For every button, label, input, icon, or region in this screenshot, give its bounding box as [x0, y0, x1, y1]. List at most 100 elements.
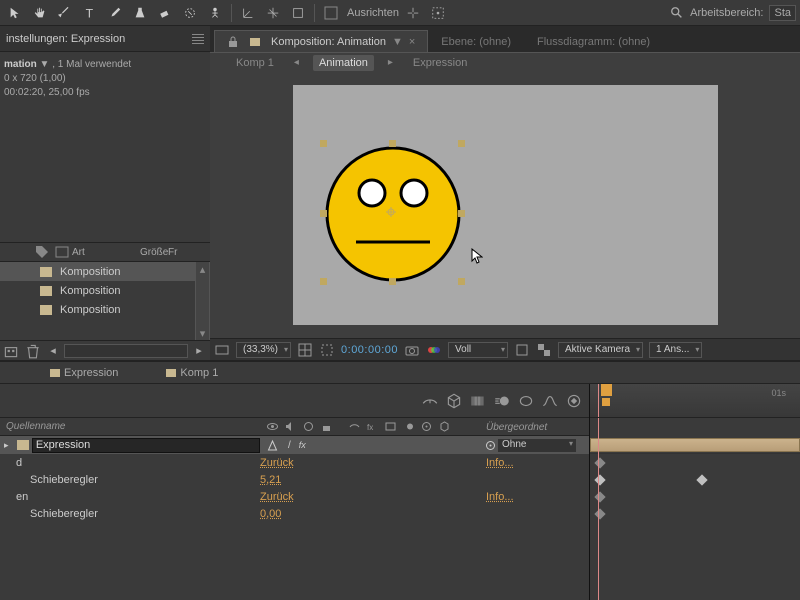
- breadcrumb-item[interactable]: Animation: [313, 55, 374, 71]
- keyframe-icon[interactable]: [594, 491, 605, 502]
- next-frame-icon[interactable]: ▸: [190, 343, 208, 359]
- snap-edge-icon[interactable]: [402, 3, 424, 23]
- selection-handle[interactable]: [320, 210, 327, 217]
- selection-handle[interactable]: [320, 278, 327, 285]
- brush-tool-icon[interactable]: [104, 3, 126, 23]
- timeline-property-row[interactable]: d Zurück Info...: [0, 454, 589, 471]
- col-fr[interactable]: Fr: [168, 247, 210, 258]
- text-tool-icon[interactable]: T: [79, 3, 101, 23]
- snap-checkbox-icon[interactable]: [320, 3, 342, 23]
- property-value-link[interactable]: 5,21: [260, 474, 281, 486]
- roto-tool-icon[interactable]: [179, 3, 201, 23]
- audio-header-icon[interactable]: [284, 420, 297, 433]
- anchor-point-icon[interactable]: [386, 207, 396, 217]
- world-axis-icon[interactable]: [262, 3, 284, 23]
- grid-icon[interactable]: [297, 342, 313, 358]
- zoom-dropdown[interactable]: (33,3%): [236, 342, 291, 358]
- 3d-icon[interactable]: [445, 393, 463, 409]
- tab-flowchart[interactable]: Flussdiagramm: (ohne): [524, 30, 663, 52]
- property-value-link[interactable]: 0,00: [260, 508, 281, 520]
- fx-header-icon[interactable]: fx: [366, 420, 379, 433]
- keyframe-icon[interactable]: [594, 474, 605, 485]
- scroll-up-icon[interactable]: ▴: [196, 262, 209, 276]
- views-dropdown[interactable]: 1 Ans...: [649, 342, 702, 358]
- breadcrumb-item[interactable]: Expression: [407, 55, 473, 71]
- project-item[interactable]: Komposition: [0, 281, 209, 300]
- breadcrumb-item[interactable]: Komp 1: [230, 55, 280, 71]
- property-info-link[interactable]: Info...: [486, 491, 514, 503]
- always-preview-icon[interactable]: [214, 342, 230, 358]
- type-icon[interactable]: [54, 244, 70, 260]
- scrollbar[interactable]: ▴ ▾: [195, 262, 209, 340]
- keyframe-track[interactable]: [590, 454, 800, 471]
- timeline-track-area[interactable]: 01s: [590, 384, 800, 600]
- trash-icon[interactable]: [24, 343, 42, 359]
- close-tab-icon[interactable]: ×: [409, 36, 415, 48]
- project-list[interactable]: Komposition Komposition Komposition ▴ ▾: [0, 262, 210, 340]
- comp-canvas[interactable]: [293, 85, 718, 325]
- view-axis-icon[interactable]: [287, 3, 309, 23]
- keyframe-icon[interactable]: [594, 457, 605, 468]
- current-time-indicator[interactable]: [598, 384, 599, 417]
- timeline-property-row[interactable]: en Zurück Info...: [0, 488, 589, 505]
- col-name[interactable]: Art: [72, 247, 140, 258]
- 3d-header-icon[interactable]: [438, 420, 451, 433]
- roi-icon[interactable]: [514, 342, 530, 358]
- selection-handle[interactable]: [458, 140, 465, 147]
- channel-icon[interactable]: [426, 342, 442, 358]
- snap-point-icon[interactable]: [427, 3, 449, 23]
- shy-icon[interactable]: [421, 393, 439, 409]
- search-icon[interactable]: [670, 6, 684, 20]
- graph-editor-icon[interactable]: [541, 393, 559, 409]
- dropdown-icon[interactable]: ▼: [392, 36, 403, 48]
- collapse-icon[interactable]: [266, 439, 279, 452]
- source-name-header[interactable]: Quellenname: [6, 421, 65, 432]
- puppet-tool-icon[interactable]: [204, 3, 226, 23]
- hand-tool-icon[interactable]: [29, 3, 51, 23]
- lock-header-icon[interactable]: [320, 420, 333, 433]
- frame-blend-icon[interactable]: [469, 393, 487, 409]
- mask-icon[interactable]: [319, 342, 335, 358]
- chevron-left-icon[interactable]: ◂: [294, 57, 299, 68]
- property-info-link[interactable]: Info...: [486, 457, 514, 469]
- auto-keyframe-icon[interactable]: [565, 393, 583, 409]
- motionblur-header-icon[interactable]: [402, 420, 415, 433]
- bin-icon[interactable]: [2, 343, 20, 359]
- selection-handle[interactable]: [458, 278, 465, 285]
- keyframe-track[interactable]: [590, 488, 800, 505]
- motion-blur-icon[interactable]: [493, 393, 511, 409]
- eye-header-icon[interactable]: [266, 420, 279, 433]
- selection-handle[interactable]: [389, 278, 396, 285]
- pen-tool-icon[interactable]: [54, 3, 76, 23]
- project-item[interactable]: Komposition: [0, 262, 209, 281]
- prev-frame-icon[interactable]: ◂: [44, 343, 62, 359]
- twirl-icon[interactable]: ▸: [4, 440, 14, 451]
- search-field[interactable]: [64, 344, 188, 358]
- selection-handle[interactable]: [389, 140, 396, 147]
- keyframe-track[interactable]: [590, 505, 800, 522]
- col-size[interactable]: Größe: [140, 247, 168, 258]
- workspace-dropdown[interactable]: Sta: [769, 5, 796, 21]
- eraser-tool-icon[interactable]: [154, 3, 176, 23]
- timeline-layer-row[interactable]: ▸ / fx Ohne: [0, 436, 589, 454]
- layer-name-input[interactable]: [32, 438, 260, 453]
- shy-header-icon[interactable]: [348, 420, 361, 433]
- timeline-tab[interactable]: Expression: [44, 365, 124, 381]
- timeline-property-row[interactable]: Schieberegler 0,00: [0, 505, 589, 522]
- frameblend-header-icon[interactable]: [384, 420, 397, 433]
- current-timecode[interactable]: 0:00:00:00: [341, 344, 398, 356]
- brain-icon[interactable]: [517, 393, 535, 409]
- property-value-link[interactable]: Zurück: [260, 457, 294, 469]
- fx-badge[interactable]: fx: [299, 440, 306, 450]
- panel-menu-icon[interactable]: [192, 34, 204, 44]
- keyframe-icon[interactable]: [594, 508, 605, 519]
- adjustment-header-icon[interactable]: [420, 420, 433, 433]
- solo-header-icon[interactable]: [302, 420, 315, 433]
- snapshot-icon[interactable]: [404, 342, 420, 358]
- composition-viewer[interactable]: [210, 72, 800, 338]
- clone-tool-icon[interactable]: [129, 3, 151, 23]
- timeline-marker-icon[interactable]: [602, 398, 610, 406]
- project-item[interactable]: Komposition: [0, 300, 209, 319]
- selection-handle[interactable]: [320, 140, 327, 147]
- parent-dropdown[interactable]: Ohne: [497, 438, 577, 453]
